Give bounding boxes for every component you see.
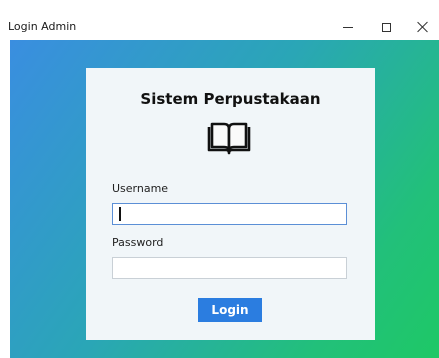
- close-button[interactable]: [406, 14, 439, 40]
- minimize-icon: [343, 26, 353, 28]
- title-bar[interactable]: Login Admin: [0, 14, 439, 40]
- password-label: Password: [112, 236, 164, 249]
- gradient-background: Sistem Perpustakaan Username Password Lo…: [10, 40, 439, 358]
- minimize-button[interactable]: [330, 14, 366, 40]
- maximize-button[interactable]: [368, 14, 404, 40]
- app-heading: Sistem Perpustakaan: [140, 90, 321, 108]
- maximize-icon: [381, 22, 391, 32]
- book-icon: [207, 122, 251, 155]
- text-caret: [119, 207, 121, 221]
- username-input[interactable]: [112, 203, 347, 225]
- login-window: Login Admin Sistem Perpustakaan Username…: [0, 0, 439, 358]
- username-label: Username: [112, 182, 169, 195]
- window-title: Login Admin: [8, 20, 77, 33]
- login-card: Sistem Perpustakaan Username Password Lo…: [86, 68, 375, 340]
- password-input[interactable]: [112, 257, 347, 279]
- close-icon: [417, 21, 429, 33]
- login-button[interactable]: Login: [198, 298, 262, 322]
